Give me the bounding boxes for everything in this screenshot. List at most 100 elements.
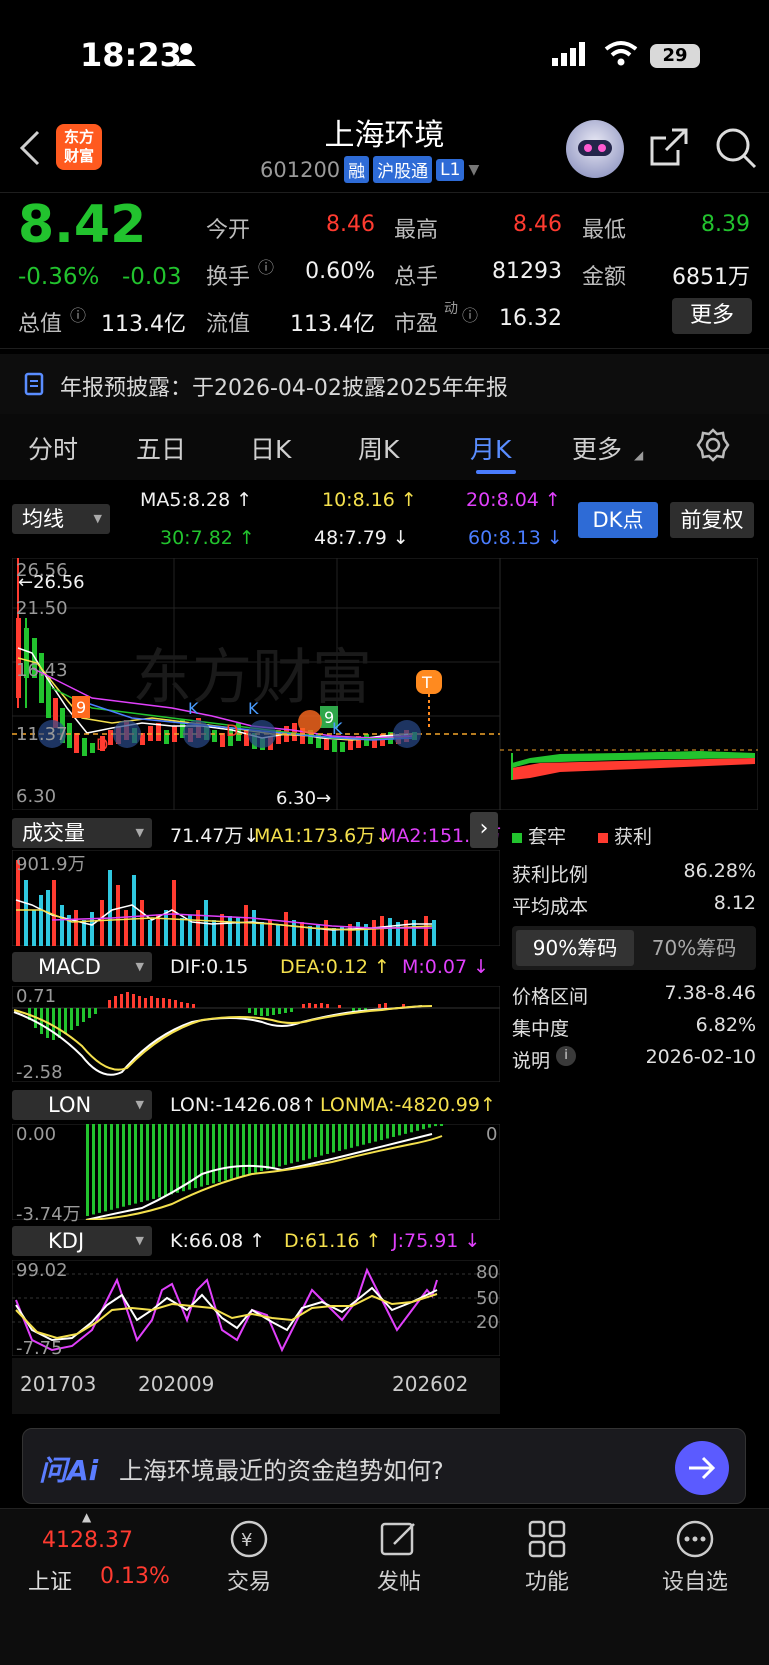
tab-chip-90[interactable]: 90%筹码 [516, 930, 634, 966]
svg-text:T: T [421, 673, 432, 692]
more-button[interactable]: 更多 [672, 298, 752, 334]
more-caret-icon: ◢ [634, 448, 644, 462]
battery-icon: 29 [650, 44, 700, 68]
lon-bar [230, 1124, 233, 1179]
kdj-k: K:66.08 ↑ [170, 1230, 266, 1252]
lon-bar [308, 1124, 311, 1159]
lon-bar [116, 1124, 119, 1209]
lon-bar [104, 1124, 107, 1212]
chip-row-label: 价格区间 [512, 986, 589, 1008]
lon-bar [410, 1124, 413, 1133]
trade-icon[interactable]: ¥ [228, 1518, 270, 1564]
index-value[interactable]: 4128.37 [42, 1528, 133, 1553]
nav-trade[interactable]: 交易 [199, 1564, 299, 1596]
chip-distribution-chart [500, 558, 758, 810]
collapse-chevron-icon[interactable]: › [470, 812, 498, 848]
label-amount: 金额 [582, 265, 627, 290]
stock-code-row[interactable]: 601200 融 沪股通 L1 ▼ [260, 156, 479, 183]
more-dots-icon[interactable] [674, 1518, 716, 1564]
info-dots-icon[interactable]: ⓘ [70, 302, 86, 326]
ai-prompt: 上海环境最近的资金趋势如何? [119, 1457, 444, 1485]
lon-bar [164, 1124, 167, 1196]
info-dots-icon[interactable]: ⓘ [462, 302, 478, 326]
lon-bar [86, 1124, 89, 1216]
chip-row-label: 获利比例 [512, 864, 589, 886]
nav-add-watchlist[interactable]: 设自选 [645, 1564, 745, 1596]
gear-icon[interactable] [696, 428, 730, 466]
ma-selector[interactable]: 均线 ▼ [12, 504, 110, 534]
nav-post[interactable]: 发帖 [349, 1564, 449, 1596]
notice-bar[interactable]: 年报预披露：于2026-04-02披露2025年年报 [0, 354, 769, 414]
tab-monthly[interactable]: 月K [470, 430, 511, 466]
value-amount: 6851万 [672, 265, 750, 290]
post-icon[interactable] [378, 1518, 420, 1564]
lon-bar [338, 1124, 341, 1151]
lon-bar [392, 1124, 395, 1137]
info-dots-icon[interactable]: ⓘ [258, 254, 274, 278]
value-turnover: 0.60% [305, 259, 375, 284]
lon-bar [332, 1124, 335, 1153]
lon-bar [284, 1124, 287, 1165]
svg-text:9: 9 [76, 698, 86, 717]
svg-text:K: K [188, 699, 199, 718]
value-open: 8.46 [326, 212, 375, 237]
kline-y-label-3: 16.43 [16, 660, 68, 681]
forward-adjust-button[interactable]: 前复权 [670, 502, 754, 538]
kline-chart[interactable]: 东方财富 9 9 T K K K D D [12, 558, 500, 810]
lon-bar [278, 1124, 281, 1167]
kdj-selector[interactable]: KDJ ▼ [12, 1226, 152, 1256]
lon-bar [200, 1124, 203, 1187]
arrow-right-icon[interactable] [675, 1441, 729, 1495]
kline-max-marker: ←26.56 [18, 572, 85, 593]
label-pe-sup: 动 [444, 301, 458, 317]
search-icon[interactable] [714, 126, 758, 174]
chip-row-label: 平均成本 [512, 896, 589, 918]
value-mktcap: 113.4亿 [101, 312, 186, 337]
x-axis-label: 201703 [20, 1372, 97, 1396]
volume-ma1: MA1:173.6万↓ [254, 825, 392, 847]
lon-chart [12, 1124, 500, 1220]
ma30-value: 30:7.82 ↑ [160, 527, 255, 549]
macd-selector[interactable]: MACD ▼ [12, 952, 152, 982]
chip-row-label: 说明 [512, 1050, 551, 1072]
lon-bar [134, 1124, 137, 1204]
nav-functions[interactable]: 功能 [497, 1564, 597, 1596]
dk-point-button[interactable]: DK点 [578, 502, 658, 538]
kdj-j: J:75.91 ↓ [392, 1230, 481, 1252]
volume-selector[interactable]: 成交量 ▼ [12, 818, 152, 848]
tab-intraday[interactable]: 分时 [28, 430, 78, 466]
robot-avatar-icon[interactable] [566, 120, 624, 178]
lon-bar [368, 1124, 371, 1144]
legend-profit: 获利 [598, 822, 652, 849]
value-volume: 81293 [492, 259, 562, 284]
lon-selector[interactable]: LON ▼ [12, 1090, 152, 1120]
apps-icon[interactable] [526, 1518, 568, 1564]
macd-top-label: 0.71 [16, 986, 57, 1007]
svg-text:K: K [332, 719, 343, 738]
lon-bar [416, 1124, 419, 1131]
info-icon[interactable]: i [556, 1046, 576, 1066]
tab-fiveday[interactable]: 五日 [136, 430, 186, 466]
tab-chip-70[interactable]: 70%筹码 [636, 930, 752, 966]
ai-search-bar[interactable]: 问Ai 上海环境最近的资金趋势如何? [22, 1428, 746, 1504]
macd-chart [12, 986, 500, 1082]
change-pct: -0.36% [18, 264, 100, 290]
lon-bar [296, 1124, 299, 1162]
svg-text:¥: ¥ [241, 1530, 252, 1551]
tab-more[interactable]: 更多 [572, 430, 622, 466]
tab-daily[interactable]: 日K [250, 430, 291, 466]
label-volume: 总手 [394, 265, 439, 290]
tab-weekly[interactable]: 周K [358, 430, 399, 466]
label-float: 流值 [206, 312, 251, 337]
change-amount: -0.03 [122, 264, 182, 290]
lon-bar [386, 1124, 389, 1139]
kdj-level-80: 80 [476, 1262, 499, 1283]
lon-bar [260, 1124, 263, 1172]
lon-bar [212, 1124, 215, 1184]
report-icon [24, 372, 46, 400]
macd-dea: DEA:0.12 ↑ [280, 956, 390, 978]
lon-bar [362, 1124, 365, 1145]
ai-brand: 问Ai [39, 1454, 99, 1487]
share-icon[interactable] [648, 126, 690, 172]
volume-top-label: 901.9万 [16, 854, 86, 875]
